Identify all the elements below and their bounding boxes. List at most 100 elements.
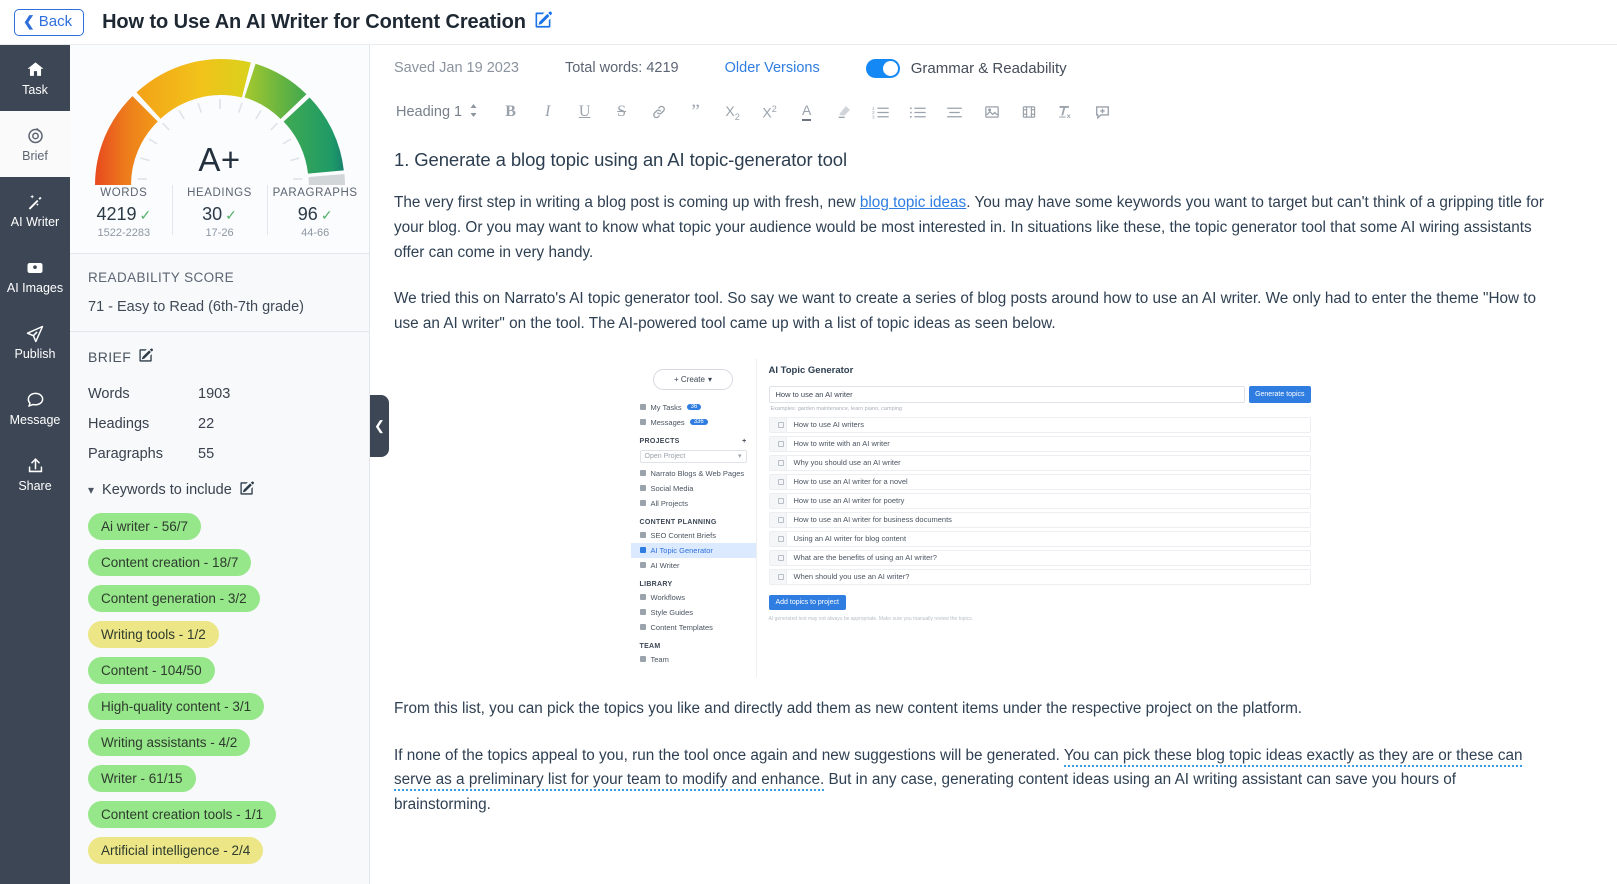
text-color-button[interactable]: A: [788, 97, 825, 127]
grammar-toggle-group[interactable]: Grammar & Readability: [865, 58, 1067, 78]
keyword-tag[interactable]: High-quality content - 3/1: [88, 693, 265, 720]
stat-range: 44-66: [301, 227, 330, 239]
stat-value: 96 ✓: [297, 204, 333, 224]
grammar-readability-toggle[interactable]: [865, 58, 900, 78]
italic-button[interactable]: I: [529, 97, 566, 127]
editor-toolbar: Heading 1 B I U S ” X2 X2 A 1 2 3 x: [370, 91, 1617, 133]
older-versions-link[interactable]: Older Versions: [725, 60, 820, 76]
sidebar-item-label: AI Writer: [10, 214, 60, 229]
globe-icon: [639, 485, 646, 492]
grade-value: A+: [198, 141, 241, 178]
blog-topic-ideas-link[interactable]: blog topic ideas: [860, 194, 966, 211]
embed-nav-label: My Tasks: [650, 402, 682, 412]
back-button[interactable]: ❮ Back: [14, 8, 85, 36]
stat-value: 30 ✓: [202, 204, 237, 224]
embed-nav-item: AI Writer: [631, 558, 756, 573]
stat-range: 1522-2283: [97, 227, 151, 239]
chevron-left-icon: ❮: [23, 12, 35, 29]
embed-team-title: TEAM: [639, 642, 661, 650]
chat-bubble-icon: [26, 390, 45, 410]
team-icon: [639, 656, 646, 663]
readability-value: 71 - Easy to Read (6th-7th grade): [88, 299, 305, 315]
chevron-down-icon: ▾: [88, 483, 95, 497]
bold-button[interactable]: B: [492, 97, 529, 127]
paper-plane-icon: [25, 324, 45, 344]
sidebar-item-publish[interactable]: Publish: [0, 309, 70, 375]
clear-format-icon[interactable]: x: [1047, 97, 1084, 127]
sidebar-item-label: Share: [18, 478, 52, 493]
sidebar-item-message[interactable]: Message: [0, 375, 70, 441]
body-row: Task Brief AI Writer AI Images Publish M…: [0, 45, 1617, 884]
align-icon[interactable]: [936, 97, 973, 127]
highlighter-icon[interactable]: [825, 97, 862, 127]
sidebar-item-label: Brief: [22, 148, 48, 163]
embed-nav-label: Messages: [650, 417, 685, 427]
embed-messages: Messages 336: [631, 415, 756, 430]
keyword-tag[interactable]: Content - 104/50: [88, 657, 215, 684]
embed-topic-row: How to use AI writers: [768, 416, 1311, 433]
embed-topic-row: Why you should use an AI writer: [768, 454, 1311, 471]
stat-paragraphs: PARAGRAPHS 96 ✓ 44-66: [267, 183, 363, 239]
magic-wand-icon: [25, 192, 45, 212]
bullet-list-icon[interactable]: [899, 97, 936, 127]
document-paragraph: From this list, you can pick the topics …: [394, 699, 1303, 717]
keyword-tag[interactable]: Content creation - 18/7: [88, 549, 252, 576]
sidebar-item-label: Task: [22, 82, 48, 97]
edit-pencil-square-icon[interactable]: [535, 11, 552, 33]
grammar-toggle-label: Grammar & Readability: [910, 59, 1067, 77]
sidebar-item-brief[interactable]: Brief: [0, 111, 70, 177]
edit-pencil-square-icon[interactable]: [240, 481, 254, 499]
keyword-tag[interactable]: Artificial intelligence - 2/4: [88, 837, 264, 864]
brief-stats-list: Words 1903 Headings 22 Paragraphs 55: [88, 379, 351, 469]
link-icon[interactable]: [640, 97, 677, 127]
sidebar-item-ai-images[interactable]: AI Images: [0, 243, 70, 309]
keywords-toggle[interactable]: ▾ Keywords to include: [88, 481, 351, 499]
blockquote-button[interactable]: ”: [677, 97, 714, 127]
checkbox-icon: [769, 493, 787, 508]
document-icon: [639, 532, 646, 539]
embed-nav-item: Style Guides: [631, 605, 756, 620]
subscript-button[interactable]: X2: [714, 97, 751, 127]
magic-wand-icon: [639, 562, 646, 569]
sidebar-item-share[interactable]: Share: [0, 441, 70, 507]
keyword-tag[interactable]: Content creation tools - 1/1: [88, 801, 277, 828]
brief-value: 55: [198, 446, 215, 462]
check-icon: ✓: [139, 207, 152, 223]
keyword-tag[interactable]: Writing tools - 1/2: [88, 621, 219, 648]
panel-collapse-handle[interactable]: ❮: [370, 395, 389, 457]
key-icon: [639, 547, 646, 554]
brief-panel: A+ WORDS 4219 ✓ 1522-2283 HEADINGS 30 ✓ 17…: [70, 45, 370, 884]
underline-button[interactable]: U: [566, 97, 603, 127]
insert-image-icon[interactable]: [973, 97, 1010, 127]
back-button-label: Back: [38, 12, 73, 30]
keyword-tag[interactable]: Content generation - 3/2: [88, 585, 260, 612]
edit-pencil-square-icon[interactable]: [139, 348, 154, 365]
sidebar-item-task[interactable]: Task: [0, 45, 70, 111]
superscript-button[interactable]: X2: [751, 97, 788, 127]
sidebar-item-ai-writer[interactable]: AI Writer: [0, 177, 70, 243]
embedded-screenshot[interactable]: + Create ▾ My Tasks 36 Messages 336 PROJ…: [630, 358, 1321, 677]
checkbox-icon: [769, 512, 787, 527]
ordered-list-icon[interactable]: 1 2 3: [862, 97, 899, 127]
image-icon: [25, 258, 45, 278]
keyword-tag[interactable]: Ai writer - 56/7: [88, 513, 202, 540]
brief-value: 22: [198, 416, 215, 432]
keywords-toggle-label: Keywords to include: [102, 482, 232, 498]
keyword-tag[interactable]: Writing assistants - 4/2: [88, 729, 251, 756]
checkbox-icon: [769, 455, 787, 470]
paragraph-style-select[interactable]: Heading 1: [388, 101, 486, 124]
embed-topic-row: How to use an AI writer for a novel: [768, 473, 1311, 490]
brief-row: Paragraphs 55: [88, 439, 351, 469]
keyword-tag[interactable]: Writer - 61/15: [88, 765, 196, 792]
document-body[interactable]: 1. Generate a blog topic using an AI top…: [370, 133, 1617, 884]
brief-section: BRIEF Words 1903 Headings 22 Paragraphs …: [70, 332, 369, 884]
chevron-left-icon: ❮: [374, 418, 385, 433]
list-icon: [639, 500, 646, 507]
embed-nav-item: Team: [631, 652, 756, 667]
film-icon[interactable]: [1010, 97, 1047, 127]
readability-title: READABILITY SCORE: [88, 270, 235, 285]
embed-create-button: + Create ▾: [653, 368, 733, 390]
strikethrough-button[interactable]: S: [603, 97, 640, 127]
comment-plus-icon[interactable]: [1084, 97, 1121, 127]
embedded-screenshot-wrap: + Create ▾ My Tasks 36 Messages 336 PROJ…: [394, 358, 1557, 677]
